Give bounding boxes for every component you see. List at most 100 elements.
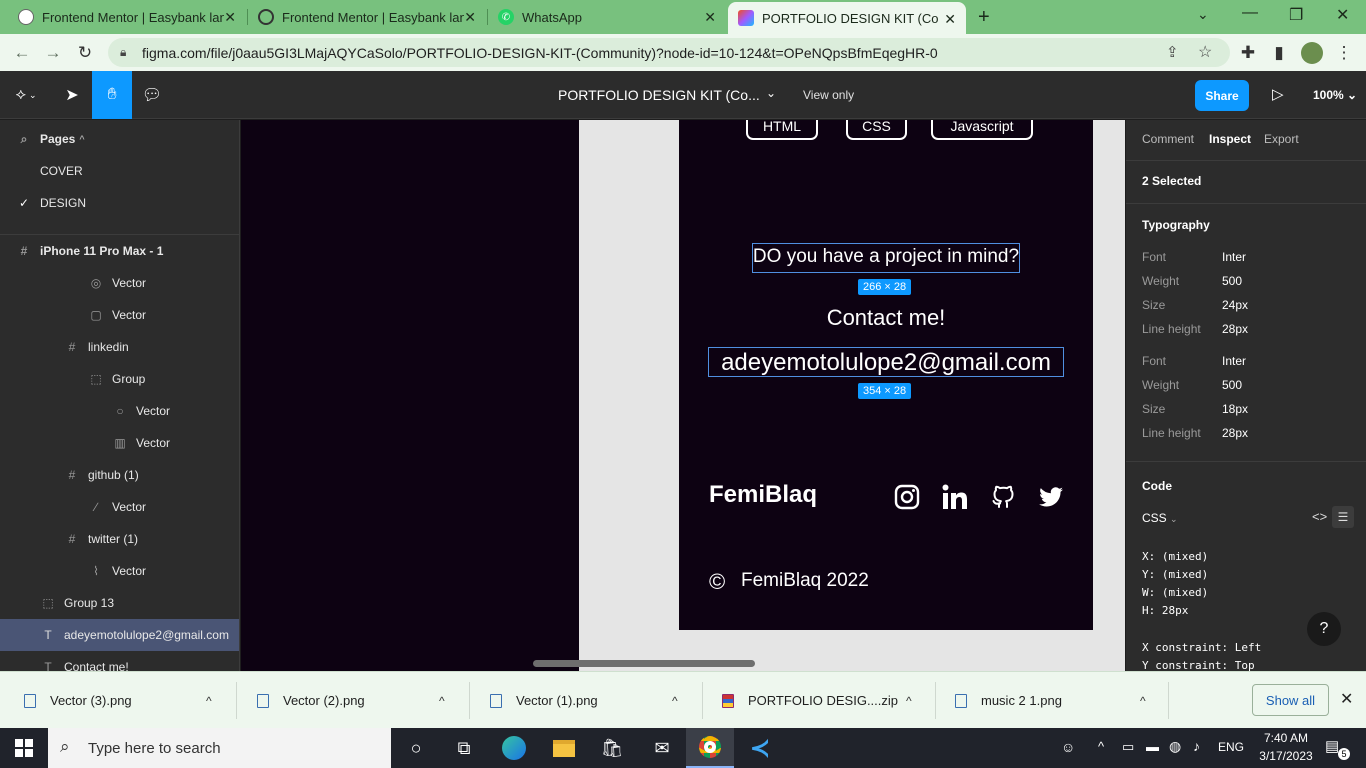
pages-header[interactable]: ⌕ Pages ^ xyxy=(0,123,239,155)
share-page-icon[interactable]: ⇪ xyxy=(1166,43,1179,61)
clock-time[interactable]: 7:40 AM xyxy=(1258,731,1314,745)
figma-menu-icon[interactable]: ⟡ ⌄ xyxy=(6,71,46,119)
file-title[interactable]: PORTFOLIO DESIGN KIT (Co... xyxy=(558,87,760,103)
help-button[interactable]: ? xyxy=(1307,612,1341,646)
side-panel-icon[interactable]: ▮ xyxy=(1268,42,1290,64)
list-view-icon[interactable]: ☰ xyxy=(1332,506,1354,528)
layer-item[interactable]: # github (1) xyxy=(0,459,239,491)
close-tab-icon[interactable]: ✕ xyxy=(704,9,716,26)
instagram-icon[interactable] xyxy=(893,483,921,511)
new-tab-icon[interactable]: + xyxy=(978,6,990,29)
mail-icon[interactable]: ✉ xyxy=(638,728,686,768)
vscode-icon[interactable]: ≺ xyxy=(736,728,784,768)
minimize-icon[interactable]: — xyxy=(1242,4,1258,22)
forward-icon[interactable]: → xyxy=(42,42,64,64)
code-language-select[interactable]: CSS ⌄ xyxy=(1142,511,1178,525)
clock-date[interactable]: 3/17/2023 xyxy=(1254,749,1318,763)
taskbar-search-input[interactable]: ⌕ Type here to search xyxy=(48,728,391,768)
tab-search-icon[interactable]: ⌄ xyxy=(1197,6,1209,23)
restore-icon[interactable]: ❐ xyxy=(1289,5,1303,25)
zoom-level[interactable]: 100% ⌄ xyxy=(1313,88,1357,102)
skill-pill-javascript[interactable]: Javascript xyxy=(931,120,1033,140)
close-tab-icon[interactable]: ✕ xyxy=(224,9,236,26)
extensions-icon[interactable]: ✚ xyxy=(1237,42,1259,64)
reload-icon[interactable]: ↻ xyxy=(74,42,96,64)
browser-tab-2[interactable]: Frontend Mentor | Easybank landing page … xyxy=(248,0,486,34)
hand-tool-icon[interactable]: ✋︎ xyxy=(92,71,132,119)
chrome-icon[interactable] xyxy=(686,728,734,768)
layer-item[interactable]: ○ Vector xyxy=(0,395,239,427)
layer-item[interactable]: ▥ Vector xyxy=(0,427,239,459)
chevron-down-icon[interactable]: ⌄ xyxy=(766,86,776,100)
tab-inspect[interactable]: Inspect xyxy=(1209,132,1251,146)
language-indicator[interactable]: ENG xyxy=(1218,740,1244,754)
page-design[interactable]: ✓ DESIGN xyxy=(0,187,239,219)
chevron-up-icon[interactable]: ^ xyxy=(906,694,912,708)
window-close-icon[interactable]: ✕ xyxy=(1336,5,1349,25)
layer-item[interactable]: T Contact me! xyxy=(0,651,239,671)
github-icon[interactable] xyxy=(989,483,1017,511)
skill-pill-css[interactable]: CSS xyxy=(846,120,907,140)
edge-icon[interactable] xyxy=(490,728,538,768)
back-icon[interactable]: ← xyxy=(11,42,33,64)
chevron-up-icon[interactable]: ^ xyxy=(439,694,445,708)
close-tab-icon[interactable]: ✕ xyxy=(464,9,476,26)
bookmark-star-icon[interactable]: ☆ xyxy=(1198,42,1212,62)
chevron-up-icon[interactable]: ^ xyxy=(1140,694,1146,708)
contact-heading[interactable]: Contact me! xyxy=(679,305,1093,331)
windows-start-icon[interactable] xyxy=(0,728,48,768)
twitter-icon[interactable] xyxy=(1037,483,1065,511)
people-icon[interactable]: ☺ xyxy=(1061,739,1075,755)
file-explorer-icon[interactable] xyxy=(540,728,588,768)
comment-tool-icon[interactable]: 💬︎ xyxy=(132,71,172,119)
layer-item[interactable]: ◎ Vector xyxy=(0,267,239,299)
chevron-up-icon[interactable]: ^ xyxy=(672,694,678,708)
download-item[interactable]: Vector (1).png ^ xyxy=(490,672,700,729)
browser-menu-icon[interactable]: ⋮ xyxy=(1333,42,1355,64)
chevron-up-icon[interactable]: ^ xyxy=(206,694,212,708)
task-view-icon[interactable]: ⧉ xyxy=(440,728,488,768)
project-question-text[interactable]: DO you have a project in mind? xyxy=(752,246,1020,268)
linkedin-icon[interactable] xyxy=(941,483,969,511)
usb-icon[interactable]: ▭ xyxy=(1122,739,1134,755)
layer-item[interactable]: # twitter (1) xyxy=(0,523,239,555)
browser-tab-3[interactable]: ✆ WhatsApp ✕ xyxy=(488,0,726,34)
close-downloads-icon[interactable]: ✕ xyxy=(1340,689,1353,709)
microsoft-store-icon[interactable]: 🛍︎ xyxy=(588,728,636,768)
layer-item-selected[interactable]: Tadeyemotolulope2@gmail.com xyxy=(0,619,239,651)
show-all-downloads-button[interactable]: Show all xyxy=(1252,684,1329,716)
volume-icon[interactable]: ♪ xyxy=(1193,738,1200,754)
layer-item[interactable]: # linkedin xyxy=(0,331,239,363)
browser-tab-4-active[interactable]: PORTFOLIO DESIGN KIT (Community) ✕ xyxy=(728,2,966,34)
layer-item[interactable]: ▢ Vector xyxy=(0,299,239,331)
present-play-icon[interactable]: ▷ xyxy=(1272,85,1284,103)
cortana-icon[interactable]: ○ xyxy=(392,728,440,768)
network-icon[interactable]: ◍ xyxy=(1169,738,1181,755)
layer-item[interactable]: ⬚ Group 13 xyxy=(0,587,239,619)
tab-export[interactable]: Export xyxy=(1264,132,1299,146)
tab-comment[interactable]: Comment xyxy=(1142,132,1194,146)
brand-name[interactable]: FemiBlaq xyxy=(709,481,817,509)
battery-icon[interactable]: ▬ xyxy=(1146,739,1159,754)
chevron-up-icon[interactable]: ^ xyxy=(1098,739,1104,754)
code-view-icon[interactable]: <> xyxy=(1312,509,1327,524)
skill-pill-html[interactable]: HTML xyxy=(746,120,818,140)
share-button[interactable]: Share xyxy=(1195,80,1249,111)
address-bar[interactable]: 🔒︎ figma.com/file/j0aau5GI3LMajAQYCaSolo… xyxy=(108,38,1230,67)
search-icon[interactable]: ⌕ xyxy=(16,132,32,147)
layer-frame[interactable]: # iPhone 11 Pro Max - 1 xyxy=(0,235,239,267)
move-tool-icon[interactable]: ➤ xyxy=(52,71,92,119)
browser-tab-1[interactable]: Frontend Mentor | Easybank landing page … xyxy=(8,0,246,34)
iphone-frame[interactable]: HTML CSS Javascript DO you have a projec… xyxy=(679,120,1093,630)
horizontal-scrollbar[interactable] xyxy=(533,660,755,667)
email-text[interactable]: adeyemotolulope2@gmail.com xyxy=(708,349,1064,377)
download-item[interactable]: Vector (3).png ^ xyxy=(24,672,234,729)
copyright-text[interactable]: FemiBlaq 2022 xyxy=(741,570,869,592)
download-item[interactable]: Vector (2).png ^ xyxy=(257,672,467,729)
download-item[interactable]: music 2 1.png ^ xyxy=(955,672,1165,729)
download-item[interactable]: PORTFOLIO DESIG....zip ^ xyxy=(722,672,932,729)
layer-item[interactable]: ∕ Vector xyxy=(0,491,239,523)
layer-item[interactable]: ⌇ Vector xyxy=(0,555,239,587)
design-canvas[interactable]: HTML CSS Javascript DO you have a projec… xyxy=(241,120,1125,671)
page-cover[interactable]: COVER xyxy=(0,155,239,187)
